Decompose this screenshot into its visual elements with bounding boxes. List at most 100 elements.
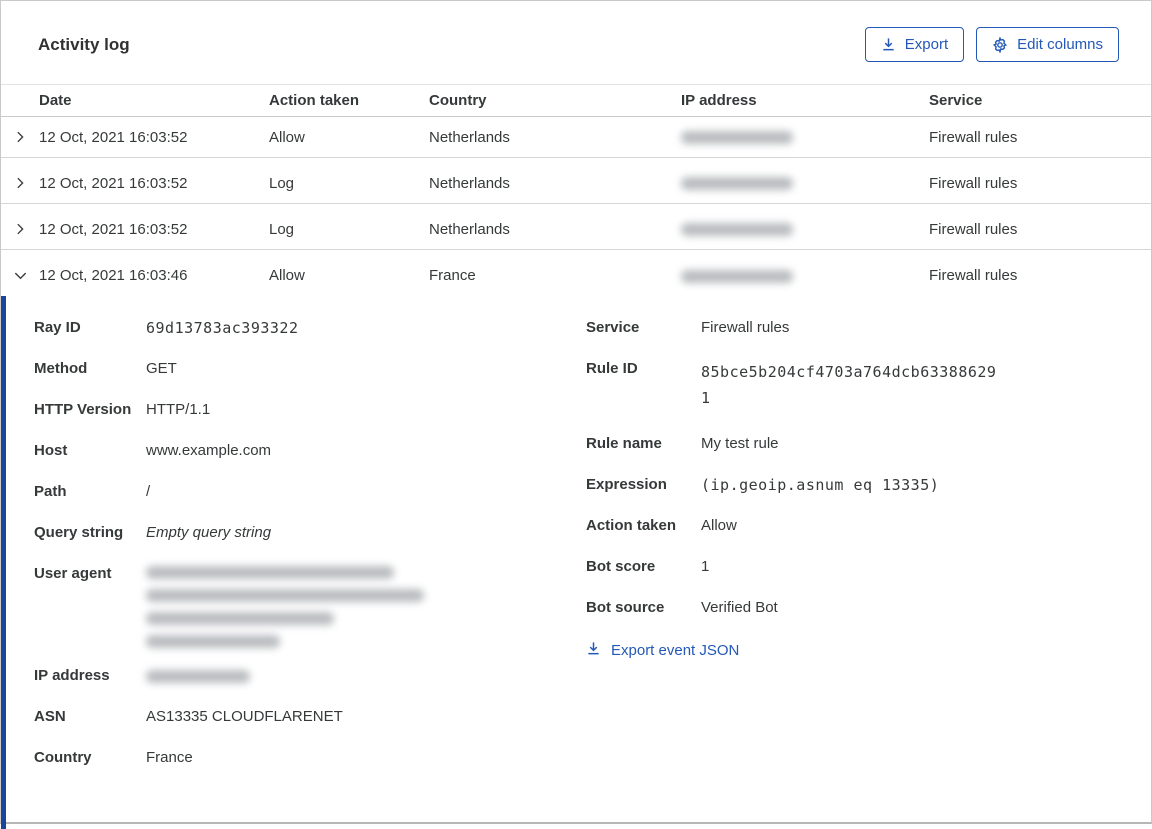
field-bot-source: Bot source Verified Bot [586,598,1151,618]
edit-columns-button[interactable]: Edit columns [976,27,1119,62]
field-value: / [146,483,151,500]
field-query-string: Query string Empty query string [34,523,586,543]
field-value: www.example.com [146,442,272,459]
field-value: 1 [701,558,710,575]
table-row[interactable]: 12 Oct, 2021 16:03:52 Allow Netherlands … [1,117,1151,158]
field-expression: Expression (ip.geoip.asnum eq 13335) [586,475,1151,495]
field-rule-name: Rule name My test rule [586,434,1151,454]
field-value: 69d13783ac393322 [146,319,299,337]
download-icon [881,37,896,52]
export-button-label: Export [904,36,949,53]
field-label: Bot source [586,599,665,616]
field-action-taken: Action taken Allow [586,516,1151,536]
field-label: Expression [586,476,667,493]
table-header-row: Date Action taken Country IP address Ser… [1,84,1151,117]
field-label: Query string [34,524,124,541]
cell-service: Firewall rules [929,128,1018,146]
page-title: Activity log [38,34,130,54]
cell-service: Firewall rules [929,220,1018,238]
export-event-json-label: Export event JSON [611,642,740,659]
field-value: GET [146,360,177,377]
chevron-right-icon[interactable] [1,176,39,190]
table-row-expanded[interactable]: 12 Oct, 2021 16:03:46 Allow France Firew… [1,255,1151,296]
field-rule-id: Rule ID 85bce5b204cf4703a764dcb633886291 [586,359,1151,411]
field-country: Country France [34,748,586,768]
activity-log-table: Date Action taken Country IP address Ser… [1,84,1151,829]
field-label: Bot score [586,558,656,575]
field-value: Empty query string [146,524,272,541]
cell-date: 12 Oct, 2021 16:03:46 [39,267,188,284]
chevron-right-icon[interactable] [1,130,39,144]
column-header-country: Country [429,92,487,109]
activity-log-header: Activity log Export Edit columns [1,1,1151,84]
field-label: Path [34,483,67,500]
field-label: Rule ID [586,360,638,377]
field-asn: ASN AS13335 CLOUDFLARENET [34,707,586,727]
field-bot-score: Bot score 1 [586,557,1151,577]
field-value: HTTP/1.1 [146,401,211,418]
toolbar: Export Edit columns [864,27,1119,62]
field-label: Ray ID [34,319,81,336]
field-ray-id: Ray ID 69d13783ac393322 [34,318,586,338]
cell-service: Firewall rules [929,267,1018,284]
gear-icon [992,36,1008,53]
cell-service: Firewall rules [929,174,1018,192]
chevron-right-icon[interactable] [1,222,39,236]
cell-date: 12 Oct, 2021 16:03:52 [39,174,188,192]
field-service: Service Firewall rules [586,318,1151,338]
cell-country: Netherlands [429,128,510,146]
field-value: (ip.geoip.asnum eq 13335) [701,476,940,494]
column-header-date: Date [39,92,72,109]
field-label: Service [586,319,640,336]
column-header-ip-address: IP address [681,92,757,109]
field-value: Verified Bot [701,599,778,616]
table-row[interactable]: 12 Oct, 2021 16:03:52 Log Netherlands Fi… [1,209,1151,250]
field-label: User agent [34,565,112,582]
field-label: Action taken [586,517,677,534]
field-label: ASN [34,708,66,725]
cell-date: 12 Oct, 2021 16:03:52 [39,220,188,238]
cell-action-taken: Log [269,220,295,238]
export-button[interactable]: Export [864,27,965,62]
download-icon [586,641,601,660]
cell-country: Netherlands [429,220,510,238]
field-host: Host www.example.com [34,441,586,461]
field-label: Rule name [586,435,662,452]
cell-action-taken: Allow [269,267,305,284]
event-detail-panel: Ray ID 69d13783ac393322 Method GET HTTP … [1,296,1151,829]
field-label: HTTP Version [34,401,132,418]
cell-date: 12 Oct, 2021 16:03:52 [39,128,188,146]
cell-ip-address-redacted [681,221,929,238]
cell-country: France [429,267,476,284]
cell-action-taken: Log [269,174,295,192]
field-value: 85bce5b204cf4703a764dcb633886291 [701,363,997,407]
cell-ip-address-redacted [681,129,929,146]
cell-action-taken: Allow [269,128,305,146]
column-header-service: Service [929,92,983,109]
field-label: Country [34,749,92,766]
column-header-action-taken: Action taken [269,92,360,109]
field-value: My test rule [701,435,779,452]
field-path: Path / [34,482,586,502]
field-ip-address: IP address [34,666,586,686]
cell-ip-address-redacted [681,267,929,284]
export-event-json-link[interactable]: Export event JSON [586,641,739,660]
field-http-version: HTTP Version HTTP/1.1 [34,400,586,420]
field-label: Host [34,442,68,459]
field-value: France [146,749,193,766]
field-value: Firewall rules [701,319,790,336]
cell-country: Netherlands [429,174,510,192]
field-value-redacted [146,564,424,648]
table-row[interactable]: 12 Oct, 2021 16:03:52 Log Netherlands Fi… [1,163,1151,204]
field-method: Method GET [34,359,586,379]
field-user-agent: User agent [34,564,586,648]
field-value: AS13335 CLOUDFLARENET [146,708,343,725]
chevron-down-icon[interactable] [1,268,39,283]
event-detail-left-column: Ray ID 69d13783ac393322 Method GET HTTP … [34,318,586,829]
field-value: Allow [701,517,737,534]
cell-ip-address-redacted [681,175,929,192]
event-detail-right-column: Service Firewall rules Rule ID 85bce5b20… [586,318,1151,829]
edit-columns-button-label: Edit columns [1017,36,1103,53]
field-value-redacted [146,666,250,686]
field-label: Method [34,360,88,377]
